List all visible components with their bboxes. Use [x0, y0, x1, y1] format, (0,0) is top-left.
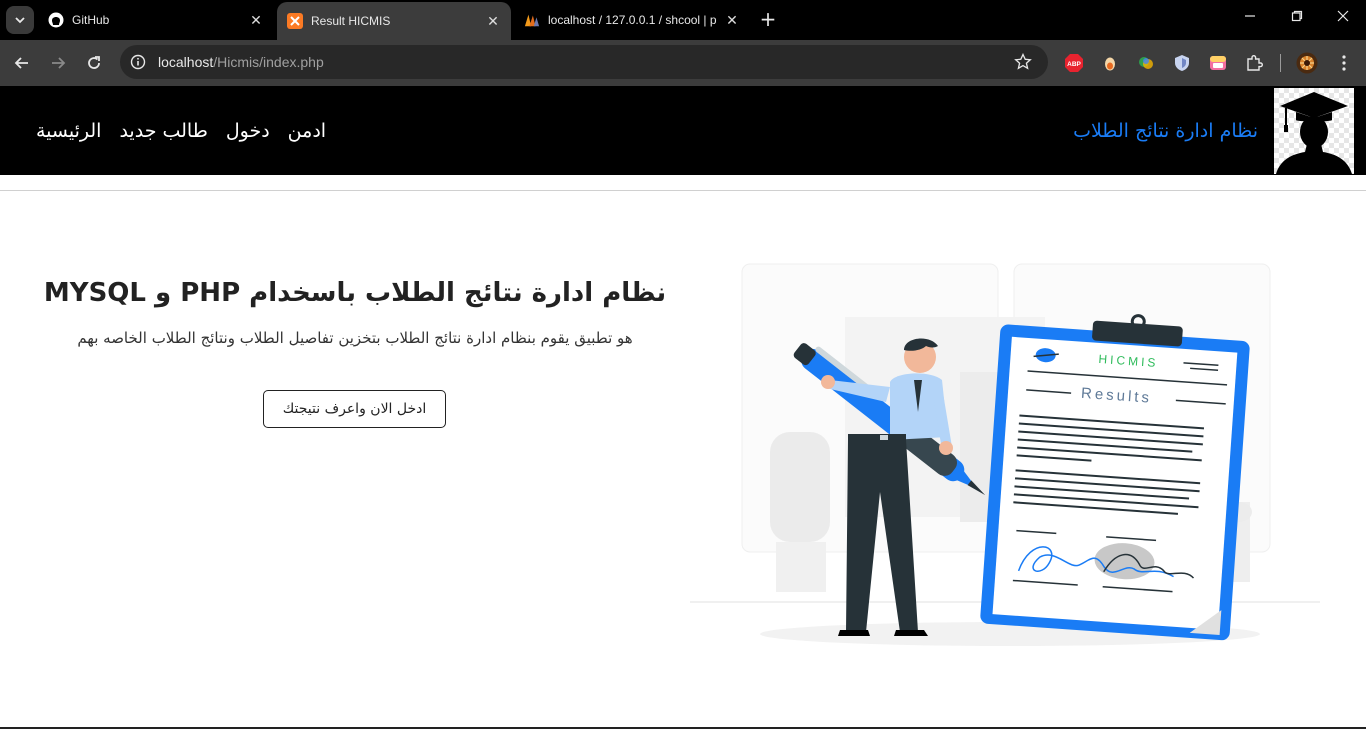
new-tab-button[interactable]: +	[758, 9, 778, 30]
graduate-icon	[1274, 88, 1354, 174]
tab-title: localhost / 127.0.0.1 / shcool | p	[548, 13, 717, 27]
extension-icon-2[interactable]	[1100, 53, 1120, 73]
url-host: localhost	[158, 54, 214, 70]
divider	[0, 190, 1366, 191]
nav-link-admin[interactable]: ادمن	[288, 120, 326, 142]
url-path: /Hicmis/index.php	[213, 54, 324, 70]
extension-icon-3[interactable]	[1136, 53, 1156, 73]
browser-tab-bar: GitHub ✕ Result HICMIS ✕ localhost / 127…	[0, 0, 1366, 40]
arrow-right-icon	[52, 57, 66, 69]
xampp-icon	[287, 13, 303, 29]
github-icon	[48, 12, 64, 28]
info-icon[interactable]	[130, 54, 146, 70]
check-result-button[interactable]: ادخل الان واعرف نتيجتك	[263, 390, 446, 428]
extension-icon-5[interactable]	[1208, 53, 1228, 73]
forward-button[interactable]	[46, 51, 70, 75]
puzzle-icon[interactable]	[1244, 53, 1264, 73]
reload-button[interactable]	[82, 51, 106, 75]
close-icon[interactable]: ✕	[248, 12, 264, 28]
nav-link-home[interactable]: الرئيسية	[36, 120, 101, 142]
address-bar[interactable]: localhost/Hicmis/index.php	[120, 45, 1048, 79]
tab-result-hicmis[interactable]: Result HICMIS ✕	[277, 2, 511, 40]
abp-icon[interactable]: ABP	[1064, 53, 1084, 73]
logo[interactable]	[1274, 88, 1354, 174]
avatar[interactable]	[1296, 52, 1318, 74]
tab-title: GitHub	[72, 13, 110, 27]
close-icon[interactable]: ✕	[485, 13, 501, 29]
star-icon[interactable]	[1014, 53, 1032, 71]
toolbar-separator	[1280, 54, 1281, 72]
browser-toolbar: localhost/Hicmis/index.php ABP	[0, 40, 1366, 86]
window-close-icon[interactable]	[1333, 10, 1353, 26]
site-navbar: نظام ادارة نتائج الطلاب الرئيسية طالب جد…	[0, 86, 1366, 175]
url-text[interactable]: localhost/Hicmis/index.php	[158, 54, 324, 70]
abp-label: ABP	[1067, 61, 1081, 68]
minimize-icon[interactable]	[1240, 10, 1260, 26]
restore-icon[interactable]	[1287, 10, 1307, 26]
chevron-down-icon	[15, 17, 25, 24]
nav-links: الرئيسية طالب جديد دخول ادمن	[36, 120, 326, 142]
back-button[interactable]	[10, 51, 34, 75]
phpmyadmin-icon	[524, 12, 540, 28]
tab-search-button[interactable]	[6, 6, 34, 34]
close-icon[interactable]: ✕	[724, 12, 740, 28]
tab-phpmyadmin[interactable]: localhost / 127.0.0.1 / shcool | p ✕	[514, 0, 750, 40]
tab-github[interactable]: GitHub ✕	[38, 0, 274, 40]
nav-link-login[interactable]: دخول	[226, 120, 270, 142]
tab-title: Result HICMIS	[311, 14, 391, 28]
kebab-menu-icon[interactable]	[1334, 53, 1354, 73]
hero-subtitle: هو تطبيق يقوم بنظام ادارة نتائج الطلاب ب…	[77, 329, 633, 347]
brand-name[interactable]: نظام ادارة نتائج الطلاب	[1073, 120, 1258, 142]
reload-icon	[88, 56, 100, 69]
hero-title: نظام ادارة نتائج الطلاب باسخدام PHP و MY…	[43, 278, 667, 308]
shield-icon[interactable]	[1172, 53, 1192, 73]
nav-link-new-student[interactable]: طالب جديد	[119, 120, 207, 142]
arrow-left-icon	[14, 57, 28, 69]
hero-illustration: HICMIS Results	[690, 262, 1330, 652]
